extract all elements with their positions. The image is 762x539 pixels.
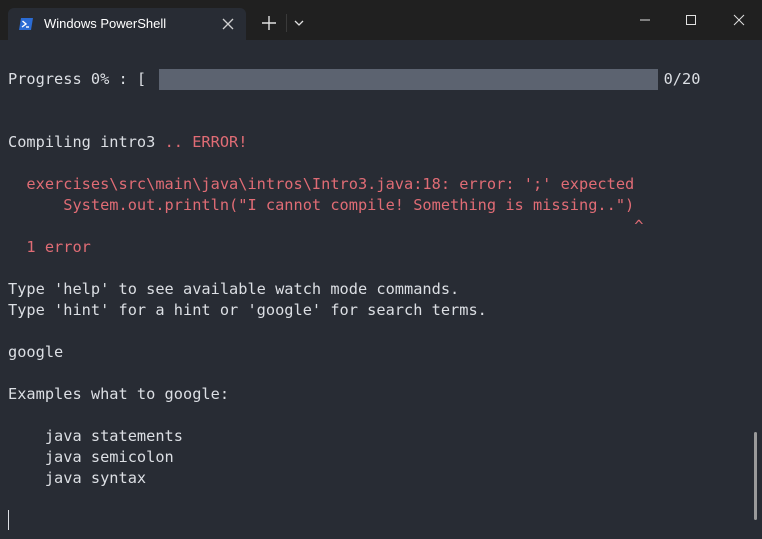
close-icon xyxy=(733,14,745,26)
powershell-icon xyxy=(18,16,34,32)
error-path: exercises\src\main\java\intros\Intro3.ja… xyxy=(8,175,635,193)
compiling-line: Compiling intro3 .. ERROR! xyxy=(8,132,247,153)
list-item: java syntax xyxy=(8,469,147,487)
help-line: Type 'help' to see available watch mode … xyxy=(8,280,460,298)
error-source: System.out.println("I cannot compile! So… xyxy=(8,196,635,214)
tab-separator xyxy=(286,14,287,32)
hint-line: Type 'hint' for a hint or 'google' for s… xyxy=(8,301,487,319)
error-count: 1 error xyxy=(8,238,91,256)
tab-windows-powershell[interactable]: Windows PowerShell xyxy=(8,8,246,40)
text-cursor xyxy=(8,510,9,530)
compiling-text: Compiling intro3 xyxy=(8,133,165,151)
tab-title: Windows PowerShell xyxy=(44,16,167,31)
terminal-output[interactable]: Progress 0% : [] 0/20 Compiling intro3 .… xyxy=(0,40,762,539)
tab-dropdown-button[interactable] xyxy=(290,14,308,32)
progress-bar xyxy=(159,69,658,90)
scrollbar[interactable] xyxy=(754,432,757,520)
compiling-status: .. ERROR! xyxy=(164,133,248,151)
close-icon[interactable] xyxy=(220,16,236,32)
window-close-button[interactable] xyxy=(716,0,762,40)
new-tab-button[interactable] xyxy=(258,12,280,34)
maximize-button[interactable] xyxy=(668,0,714,40)
examples-heading: Examples what to google: xyxy=(8,385,230,403)
minimize-button[interactable] xyxy=(622,0,668,40)
progress-prefix: Progress 0% : [ xyxy=(8,70,147,88)
powershell-window: Windows PowerShell Progress 0%: [] 0/2… xyxy=(0,0,762,539)
maximize-icon xyxy=(686,15,696,25)
list-item: java statements xyxy=(8,427,183,445)
title-bar: Windows PowerShell xyxy=(0,0,762,40)
plus-icon xyxy=(262,16,276,30)
list-item: java semicolon xyxy=(8,448,174,466)
command-line: google xyxy=(8,343,64,361)
error-caret: ^ xyxy=(8,217,644,235)
chevron-down-icon xyxy=(294,20,304,26)
minimize-icon xyxy=(640,19,650,21)
